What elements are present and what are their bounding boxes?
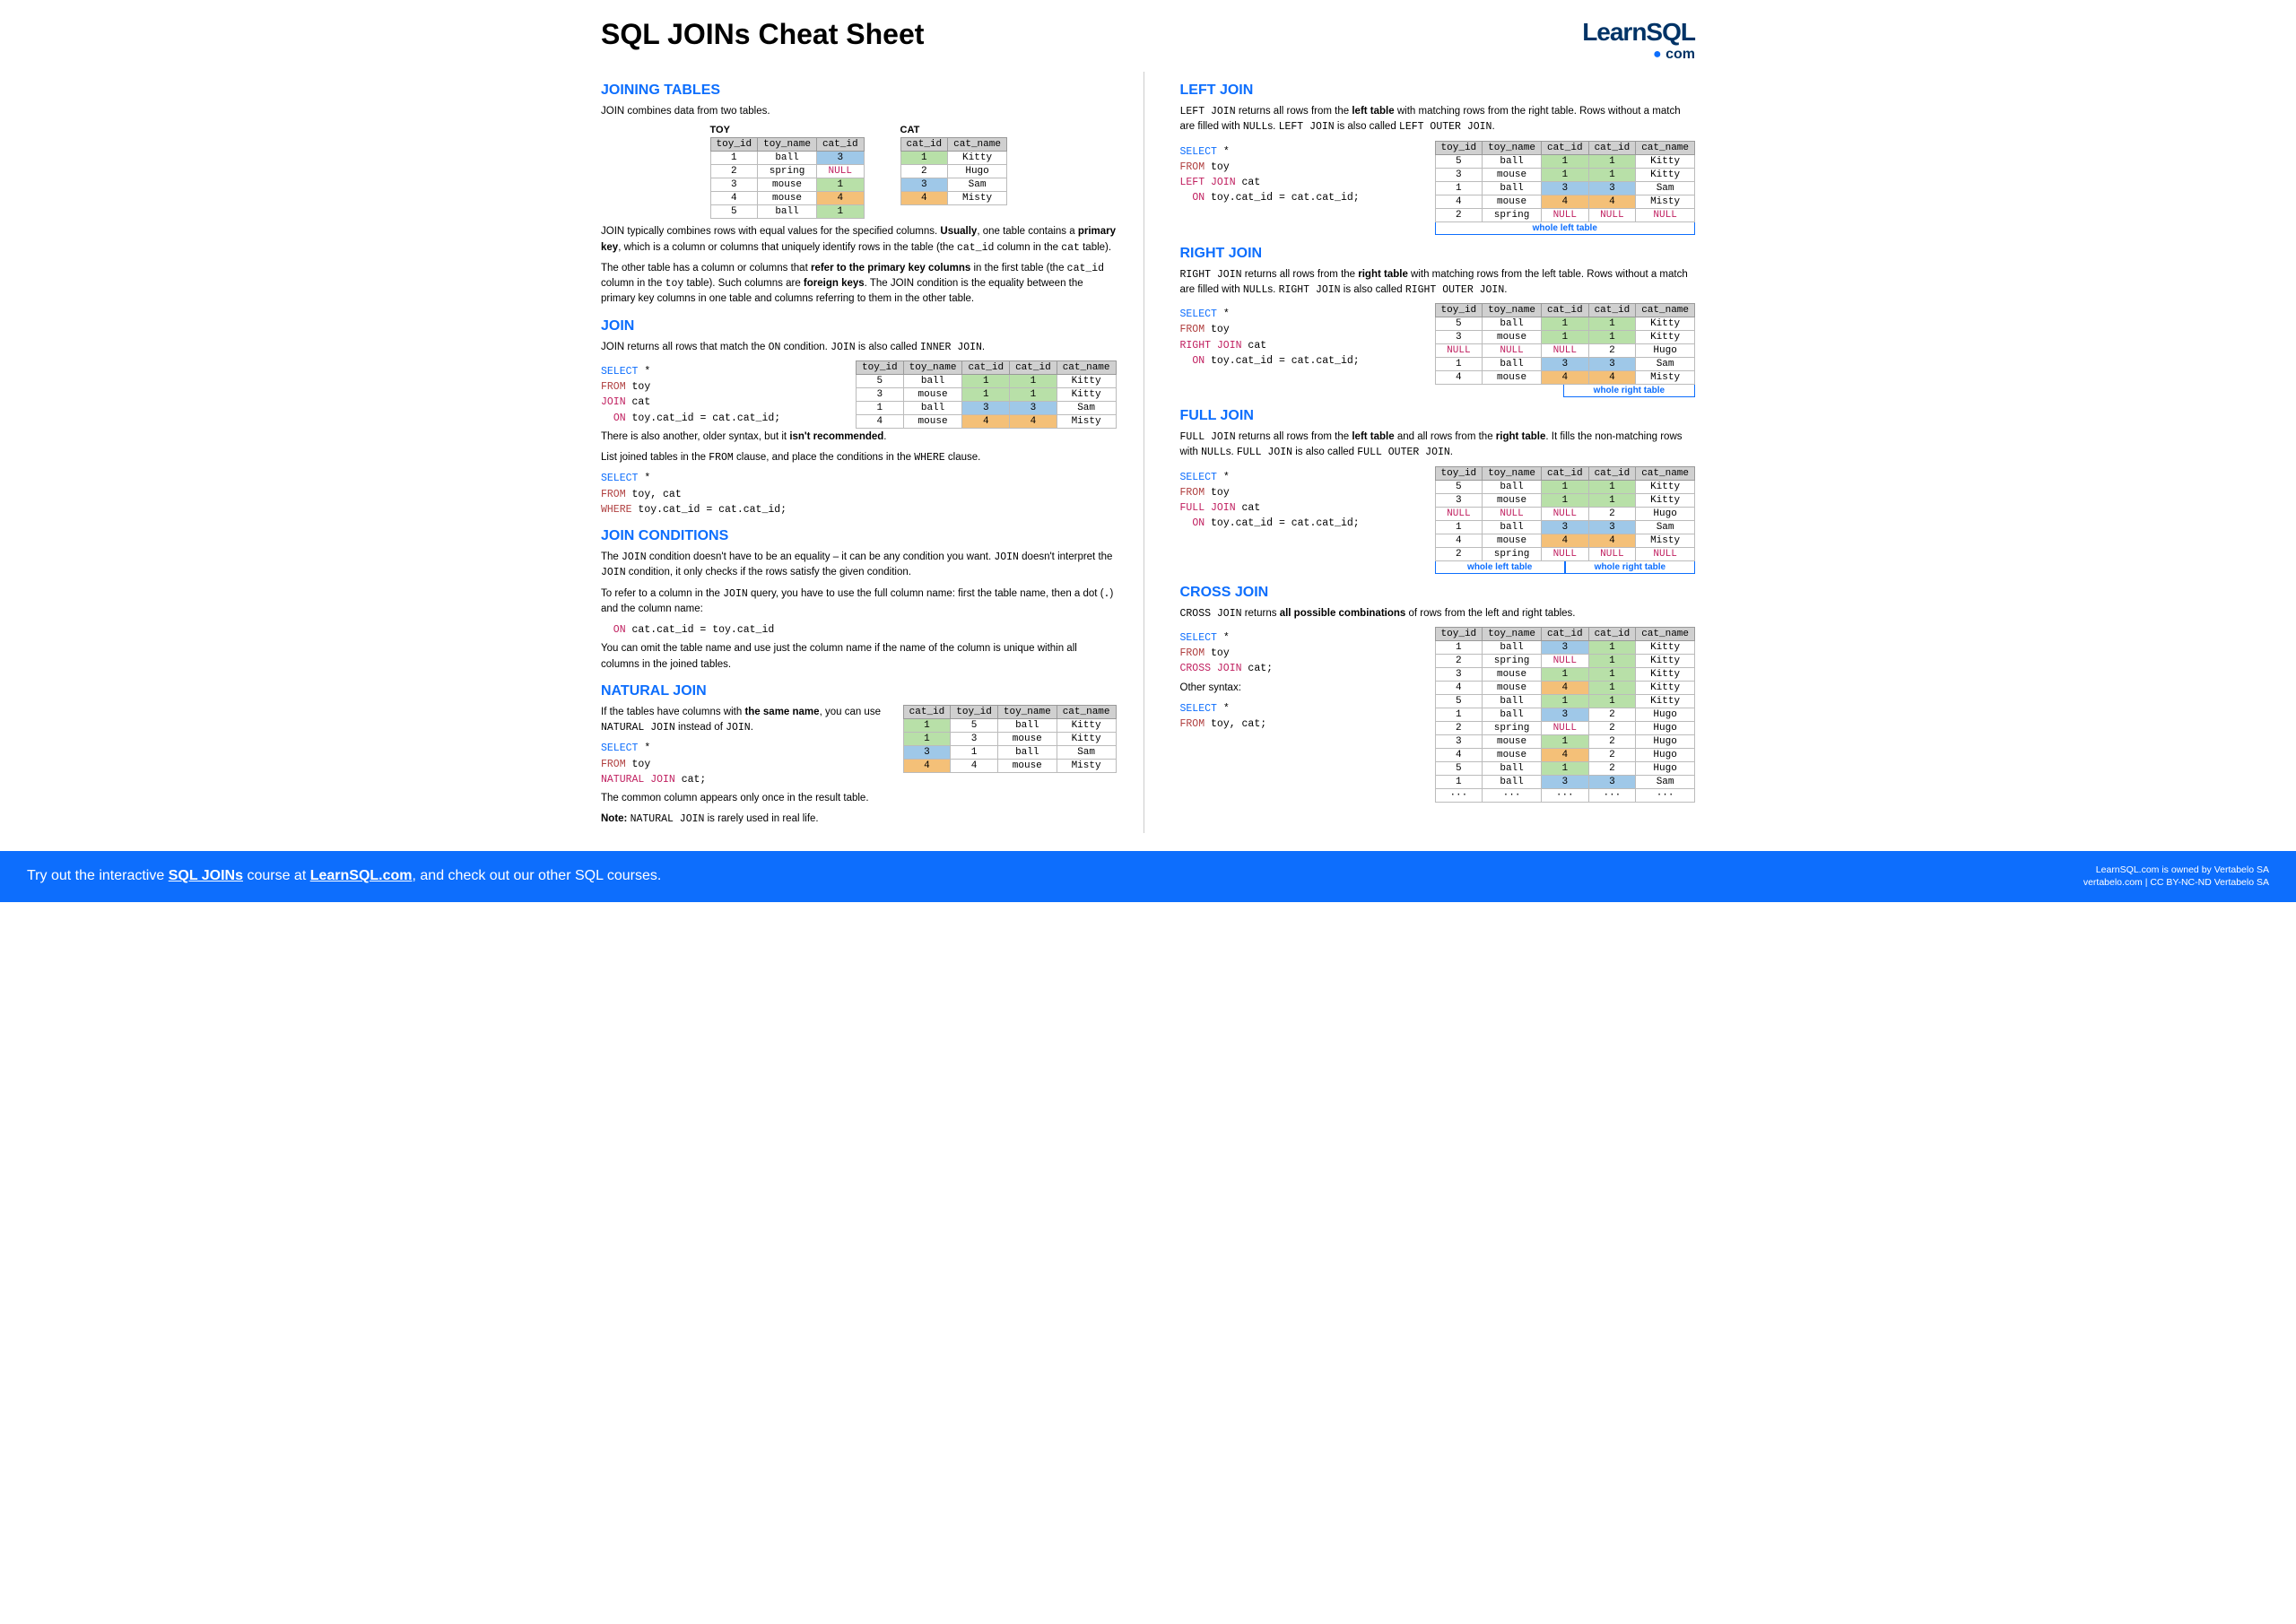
full-join-result: toy_idtoy_namecat_idcat_idcat_name5ball1… — [1435, 466, 1695, 561]
p-pk: JOIN typically combines rows with equal … — [601, 224, 1117, 256]
natural-result-table: cat_idtoy_idtoy_namecat_name15ballKitty1… — [903, 705, 1117, 773]
left-column: JOINING TABLES JOIN combines data from t… — [601, 72, 1144, 833]
h-natural: NATURAL JOIN — [601, 683, 1117, 699]
h-full-join: FULL JOIN — [1180, 408, 1696, 424]
p-old-syntax2: List joined tables in the FROM clause, a… — [601, 450, 1117, 465]
sql-left-join: SELECT * FROM toy LEFT JOIN cat ON toy.c… — [1180, 144, 1360, 206]
right-column: LEFT JOIN LEFT JOIN returns all rows fro… — [1180, 72, 1696, 833]
p-full: FULL JOIN returns all rows from the left… — [1180, 430, 1696, 461]
h-join-cond: JOIN CONDITIONS — [601, 528, 1117, 544]
join-result-table: toy_idtoy_namecat_idcat_idcat_name5ball1… — [856, 360, 1116, 429]
cap-right: whole right table — [1563, 385, 1695, 397]
p-cond1: The JOIN condition doesn't have to be an… — [601, 550, 1117, 581]
toy-label: TOY — [710, 125, 865, 135]
footer: Try out the interactive SQL JOINs course… — [0, 851, 2296, 902]
sql-cross-join: SELECT * FROM toy CROSS JOIN cat; — [1180, 630, 1274, 677]
h-joining-tables: JOINING TABLES — [601, 83, 1117, 99]
sql-cross-join2: SELECT * FROM toy, cat; — [1180, 701, 1274, 733]
link-site[interactable]: LearnSQL.com — [310, 868, 413, 883]
toy-table: toy_idtoy_namecat_id1ball32springNULL3mo… — [710, 137, 865, 219]
sql-join-old: SELECT * FROM toy, cat WHERE toy.cat_id … — [601, 471, 1117, 517]
left-join-result: toy_idtoy_namecat_idcat_idcat_name5ball1… — [1435, 141, 1695, 222]
p-cond3: You can omit the table name and use just… — [601, 641, 1117, 673]
cap-left: whole left table — [1435, 222, 1695, 235]
sql-natural: SELECT * FROM toy NATURAL JOIN cat; — [601, 741, 885, 787]
p-nat1: If the tables have columns with the same… — [601, 705, 885, 736]
sql-full-join: SELECT * FROM toy FULL JOIN cat ON toy.c… — [1180, 470, 1360, 532]
sql-join: SELECT * FROM toy JOIN cat ON toy.cat_id… — [601, 364, 780, 426]
link-course[interactable]: SQL JOINs — [169, 868, 243, 883]
footer-legal: LearnSQL.com is owned by Vertabelo SA ve… — [2083, 864, 2269, 890]
logo-text: LearnSQL — [1582, 18, 1695, 47]
sql-cond: ON ON cat.cat_id = toy.cat_idcat.cat_id … — [601, 622, 1117, 638]
right-join-result: toy_idtoy_namecat_idcat_idcat_name5ball1… — [1435, 303, 1695, 385]
cross-join-result: toy_idtoy_namecat_idcat_idcat_name1ball3… — [1435, 627, 1695, 803]
p-other: Other syntax: — [1180, 681, 1274, 696]
p-cross: CROSS JOIN returns all possible combinat… — [1180, 606, 1696, 621]
p-left: LEFT JOIN returns all rows from the left… — [1180, 104, 1696, 135]
p-nat3: Note: NATURAL JOIN is rarely used in rea… — [601, 812, 1117, 827]
page-title: SQL JOINs Cheat Sheet — [601, 18, 924, 51]
p-cond2: To refer to a column in the JOIN query, … — [601, 586, 1117, 618]
cat-label: CAT — [900, 125, 1007, 135]
p-right: RIGHT JOIN returns all rows from the rig… — [1180, 267, 1696, 299]
h-left-join: LEFT JOIN — [1180, 83, 1696, 99]
cat-table: cat_idcat_name1Kitty2Hugo3Sam4Misty — [900, 137, 1007, 205]
p-nat2: The common column appears only once in t… — [601, 791, 1117, 806]
footer-cta: Try out the interactive SQL JOINs course… — [27, 868, 661, 884]
p-fk: The other table has a column or columns … — [601, 261, 1117, 308]
p-intro: JOIN combines data from two tables. — [601, 104, 1117, 119]
p-old-syntax: There is also another, older syntax, but… — [601, 430, 1117, 445]
cap-full-r: whole right table — [1565, 561, 1695, 574]
cap-full-l: whole left table — [1435, 561, 1565, 574]
logo: LearnSQL com — [1582, 18, 1695, 63]
source-tables: TOY toy_idtoy_namecat_id1ball32springNUL… — [601, 125, 1117, 219]
p-join-desc: JOIN returns all rows that match the ON … — [601, 340, 1117, 355]
sql-right-join: SELECT * FROM toy RIGHT JOIN cat ON toy.… — [1180, 307, 1360, 369]
logo-sub: com — [1582, 47, 1695, 63]
h-join: JOIN — [601, 318, 1117, 334]
h-cross-join: CROSS JOIN — [1180, 585, 1696, 601]
h-right-join: RIGHT JOIN — [1180, 246, 1696, 262]
